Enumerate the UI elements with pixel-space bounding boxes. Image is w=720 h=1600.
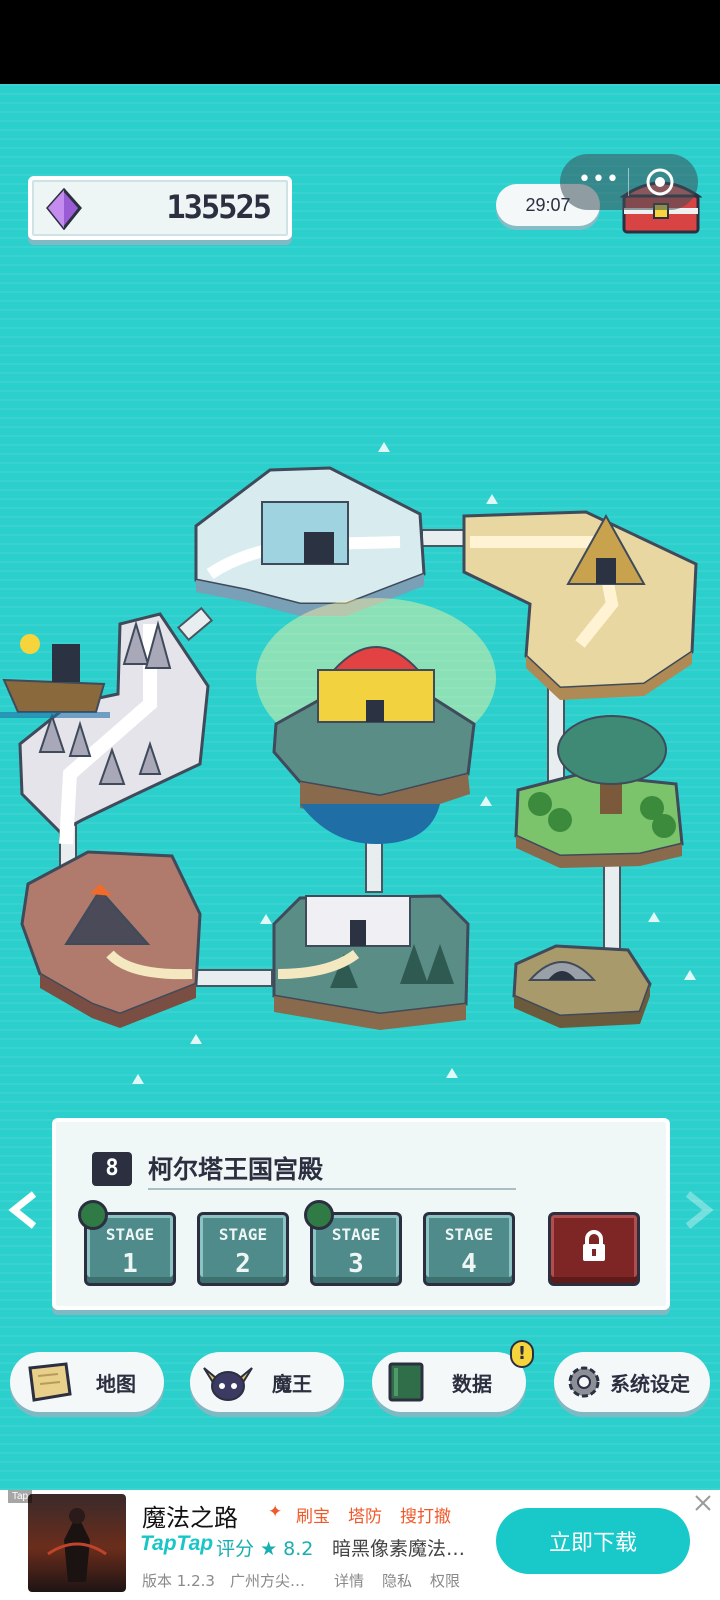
data-label: 数据 (452, 1372, 492, 1396)
royal-palace-island (256, 598, 496, 844)
data-alert-badge: ! (510, 1340, 534, 1368)
settings-button[interactable]: 系统设定 (554, 1352, 710, 1412)
world-map (0, 442, 698, 1084)
cave-island (512, 944, 652, 1028)
ad-description: 暗黑像素魔法… (332, 1538, 466, 1560)
status-bar (0, 0, 720, 84)
scroll-map-icon (28, 1362, 72, 1402)
previous-area-arrow-icon[interactable] (6, 1190, 42, 1230)
taptap-logo: TapTap (140, 1532, 214, 1555)
stage-word: STAGE (444, 1225, 494, 1244)
ad-tag: Tap (8, 1490, 33, 1503)
volcano-island (20, 850, 202, 1028)
ad-chip-1: 刷宝 (296, 1507, 330, 1527)
gem-counter: 135525 (28, 176, 292, 240)
pirate-ship (0, 634, 110, 718)
purple-gem-icon (46, 188, 82, 230)
stage-area-title: 柯尔塔王国宫殿 (148, 1155, 324, 1184)
ad-app-thumbnail (28, 1494, 126, 1592)
ad-chip-2: 塔防 (348, 1507, 382, 1527)
stage-4-button[interactable]: STAGE 4 (423, 1212, 515, 1286)
ad-app-name: 魔法之路 (142, 1504, 238, 1532)
target-ring-icon[interactable] (644, 166, 676, 198)
book-icon (304, 1200, 334, 1230)
stage-select-panel: 8 柯尔塔王国宫殿 STAGE 1 STAGE 2 STAGE 3 STAGE … (52, 1118, 670, 1310)
book-icon (78, 1200, 108, 1230)
desert-island (462, 510, 698, 700)
next-area-arrow-icon[interactable] (680, 1190, 716, 1230)
stage-number: 4 (461, 1249, 477, 1279)
ad-chip-3: 搜打撤 (400, 1507, 451, 1527)
stage-number: 1 (122, 1249, 138, 1279)
great-tree-island (514, 715, 684, 868)
settings-label: 系统设定 (610, 1372, 690, 1396)
stage-number: 3 (348, 1249, 364, 1279)
data-button[interactable]: 数据 (372, 1352, 526, 1412)
lock-icon (583, 1230, 605, 1261)
ad-banner[interactable]: Tap 魔法之路 ✦ 刷宝 塔防 搜打撤 TapTap 评分 ★ 8.2 暗黑像… (0, 1490, 720, 1600)
ad-rating: 评分 ★ 8.2 (216, 1534, 313, 1561)
rock-island (18, 612, 210, 845)
gem-count: 135525 (166, 188, 272, 226)
ad-developer: 广州方尖… (230, 1572, 306, 1590)
data-book-icon (388, 1362, 424, 1402)
star-icon: ★ (260, 1538, 278, 1560)
ice-island (194, 466, 426, 616)
mini-program-capsule: ••• (560, 154, 698, 210)
ad-privacy-link[interactable]: 隐私 (382, 1570, 412, 1591)
more-dots-icon[interactable]: ••• (578, 168, 619, 196)
stage-word: STAGE (218, 1225, 268, 1244)
stage-number: 2 (235, 1249, 251, 1279)
horned-demon-icon (203, 1367, 253, 1401)
map-button[interactable]: 地图 (10, 1352, 164, 1412)
ad-character-art (47, 1508, 107, 1582)
gear-icon (568, 1366, 600, 1398)
map-label: 地图 (96, 1372, 136, 1396)
capsule-divider (628, 168, 629, 196)
demon-king-label: 魔王 (272, 1372, 312, 1396)
stage-2-button[interactable]: STAGE 2 (197, 1212, 289, 1286)
ad-version: 版本 1.2.3 (142, 1572, 215, 1590)
locked-stage-button[interactable] (548, 1212, 640, 1286)
demon-king-button[interactable]: 魔王 (190, 1352, 344, 1412)
close-icon[interactable] (694, 1494, 712, 1512)
download-button[interactable]: 立即下载 (496, 1508, 690, 1574)
rating-label: 评分 (216, 1538, 255, 1560)
level-number-badge: 8 (92, 1152, 132, 1186)
rating-value: 8.2 (283, 1538, 314, 1560)
title-underline (148, 1188, 516, 1190)
ad-permissions-link[interactable]: 权限 (430, 1570, 460, 1591)
ad-details-link[interactable]: 详情 (334, 1570, 364, 1591)
stone-castle-island (272, 894, 470, 1030)
sparkle-icon: ✦ (268, 1502, 283, 1522)
